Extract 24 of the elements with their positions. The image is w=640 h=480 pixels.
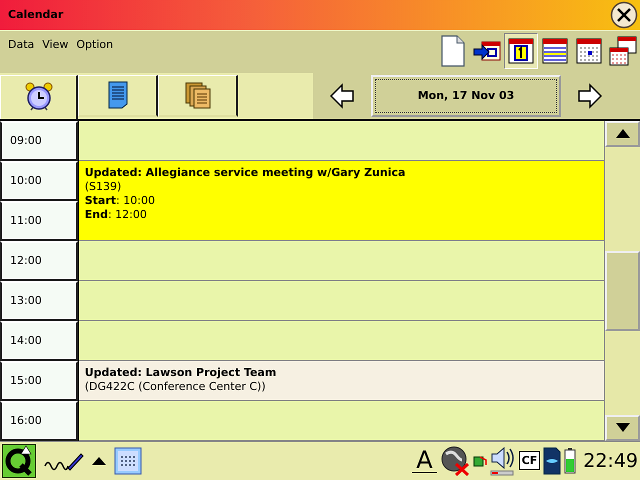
- cf-card-icon[interactable]: CF: [518, 451, 540, 470]
- hour-label: 10:00: [0, 160, 78, 201]
- hour-label: 12:00: [0, 240, 78, 281]
- event-title: Updated: Lawson Project Team: [84, 366, 278, 380]
- hour-label: 11:00: [0, 200, 78, 241]
- event-detail: End: 12:00: [84, 208, 148, 222]
- window-title: Calendar: [8, 8, 64, 22]
- hour-label: 09:00: [0, 120, 78, 161]
- event-block[interactable]: Updated: Lawson Project Team (DG422C (Conference Center C)): [78, 360, 604, 401]
- event-detail: (S139): [84, 180, 122, 194]
- clock: 22:49: [583, 450, 638, 472]
- input-method-indicator[interactable]: A: [412, 448, 437, 474]
- date-button[interactable]: Mon, 17 Nov 03: [371, 74, 561, 117]
- event-detail: Start: 10:00: [84, 194, 156, 208]
- event-detail: (DG422C (Conference Center C)): [84, 380, 267, 394]
- menu-item[interactable]: Data: [8, 38, 34, 51]
- menu-item[interactable]: View: [42, 38, 68, 51]
- hour-label: 16:00: [0, 400, 78, 441]
- event-title: Updated: Allegiance service meeting w/Gary Zunica: [84, 166, 406, 180]
- event-block[interactable]: Updated: Allegiance service meeting w/Gary Zunica (S139) Start: 10:00 End: 12:00: [78, 160, 604, 241]
- menu-item[interactable]: Option: [76, 38, 114, 51]
- hour-label: 14:00: [0, 320, 78, 361]
- hour-label: 13:00: [0, 280, 78, 321]
- hour-label: 15:00: [0, 360, 78, 401]
